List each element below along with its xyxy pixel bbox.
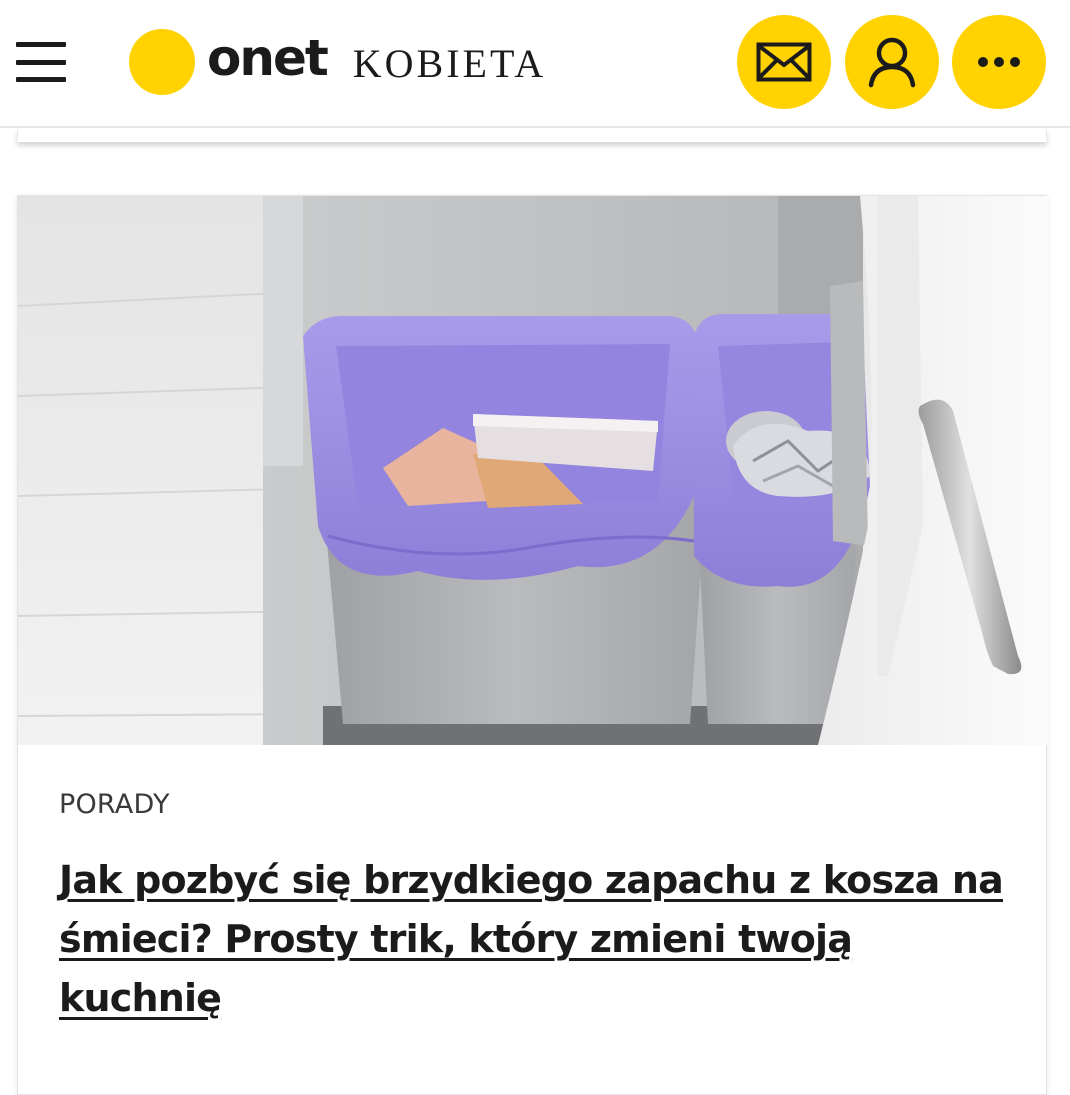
top-bar: onet KOBIETA	[0, 0, 1070, 128]
site-logo[interactable]: onet KOBIETA	[129, 28, 546, 96]
logo-word: onet	[207, 29, 329, 87]
more-dots-icon	[978, 57, 1020, 67]
more-button[interactable]	[952, 15, 1046, 109]
mail-button[interactable]	[737, 15, 831, 109]
menu-icon[interactable]	[16, 42, 66, 82]
account-button[interactable]	[845, 15, 939, 109]
article-category[interactable]: PORADY	[59, 789, 170, 820]
user-icon	[868, 37, 916, 88]
previous-card-edge	[17, 128, 1047, 142]
section-name: KOBIETA	[352, 41, 547, 86]
envelope-icon	[756, 42, 812, 82]
trash-bins-photo	[18, 196, 1048, 745]
article-title[interactable]: Jak pozbyć się brzydkiego zapachu z kosz…	[59, 851, 1019, 1028]
article-card[interactable]: PORADY Jak pozbyć się brzydkiego zapachu…	[17, 195, 1048, 1095]
article-image[interactable]	[18, 196, 1048, 745]
logo-dot	[129, 29, 195, 95]
